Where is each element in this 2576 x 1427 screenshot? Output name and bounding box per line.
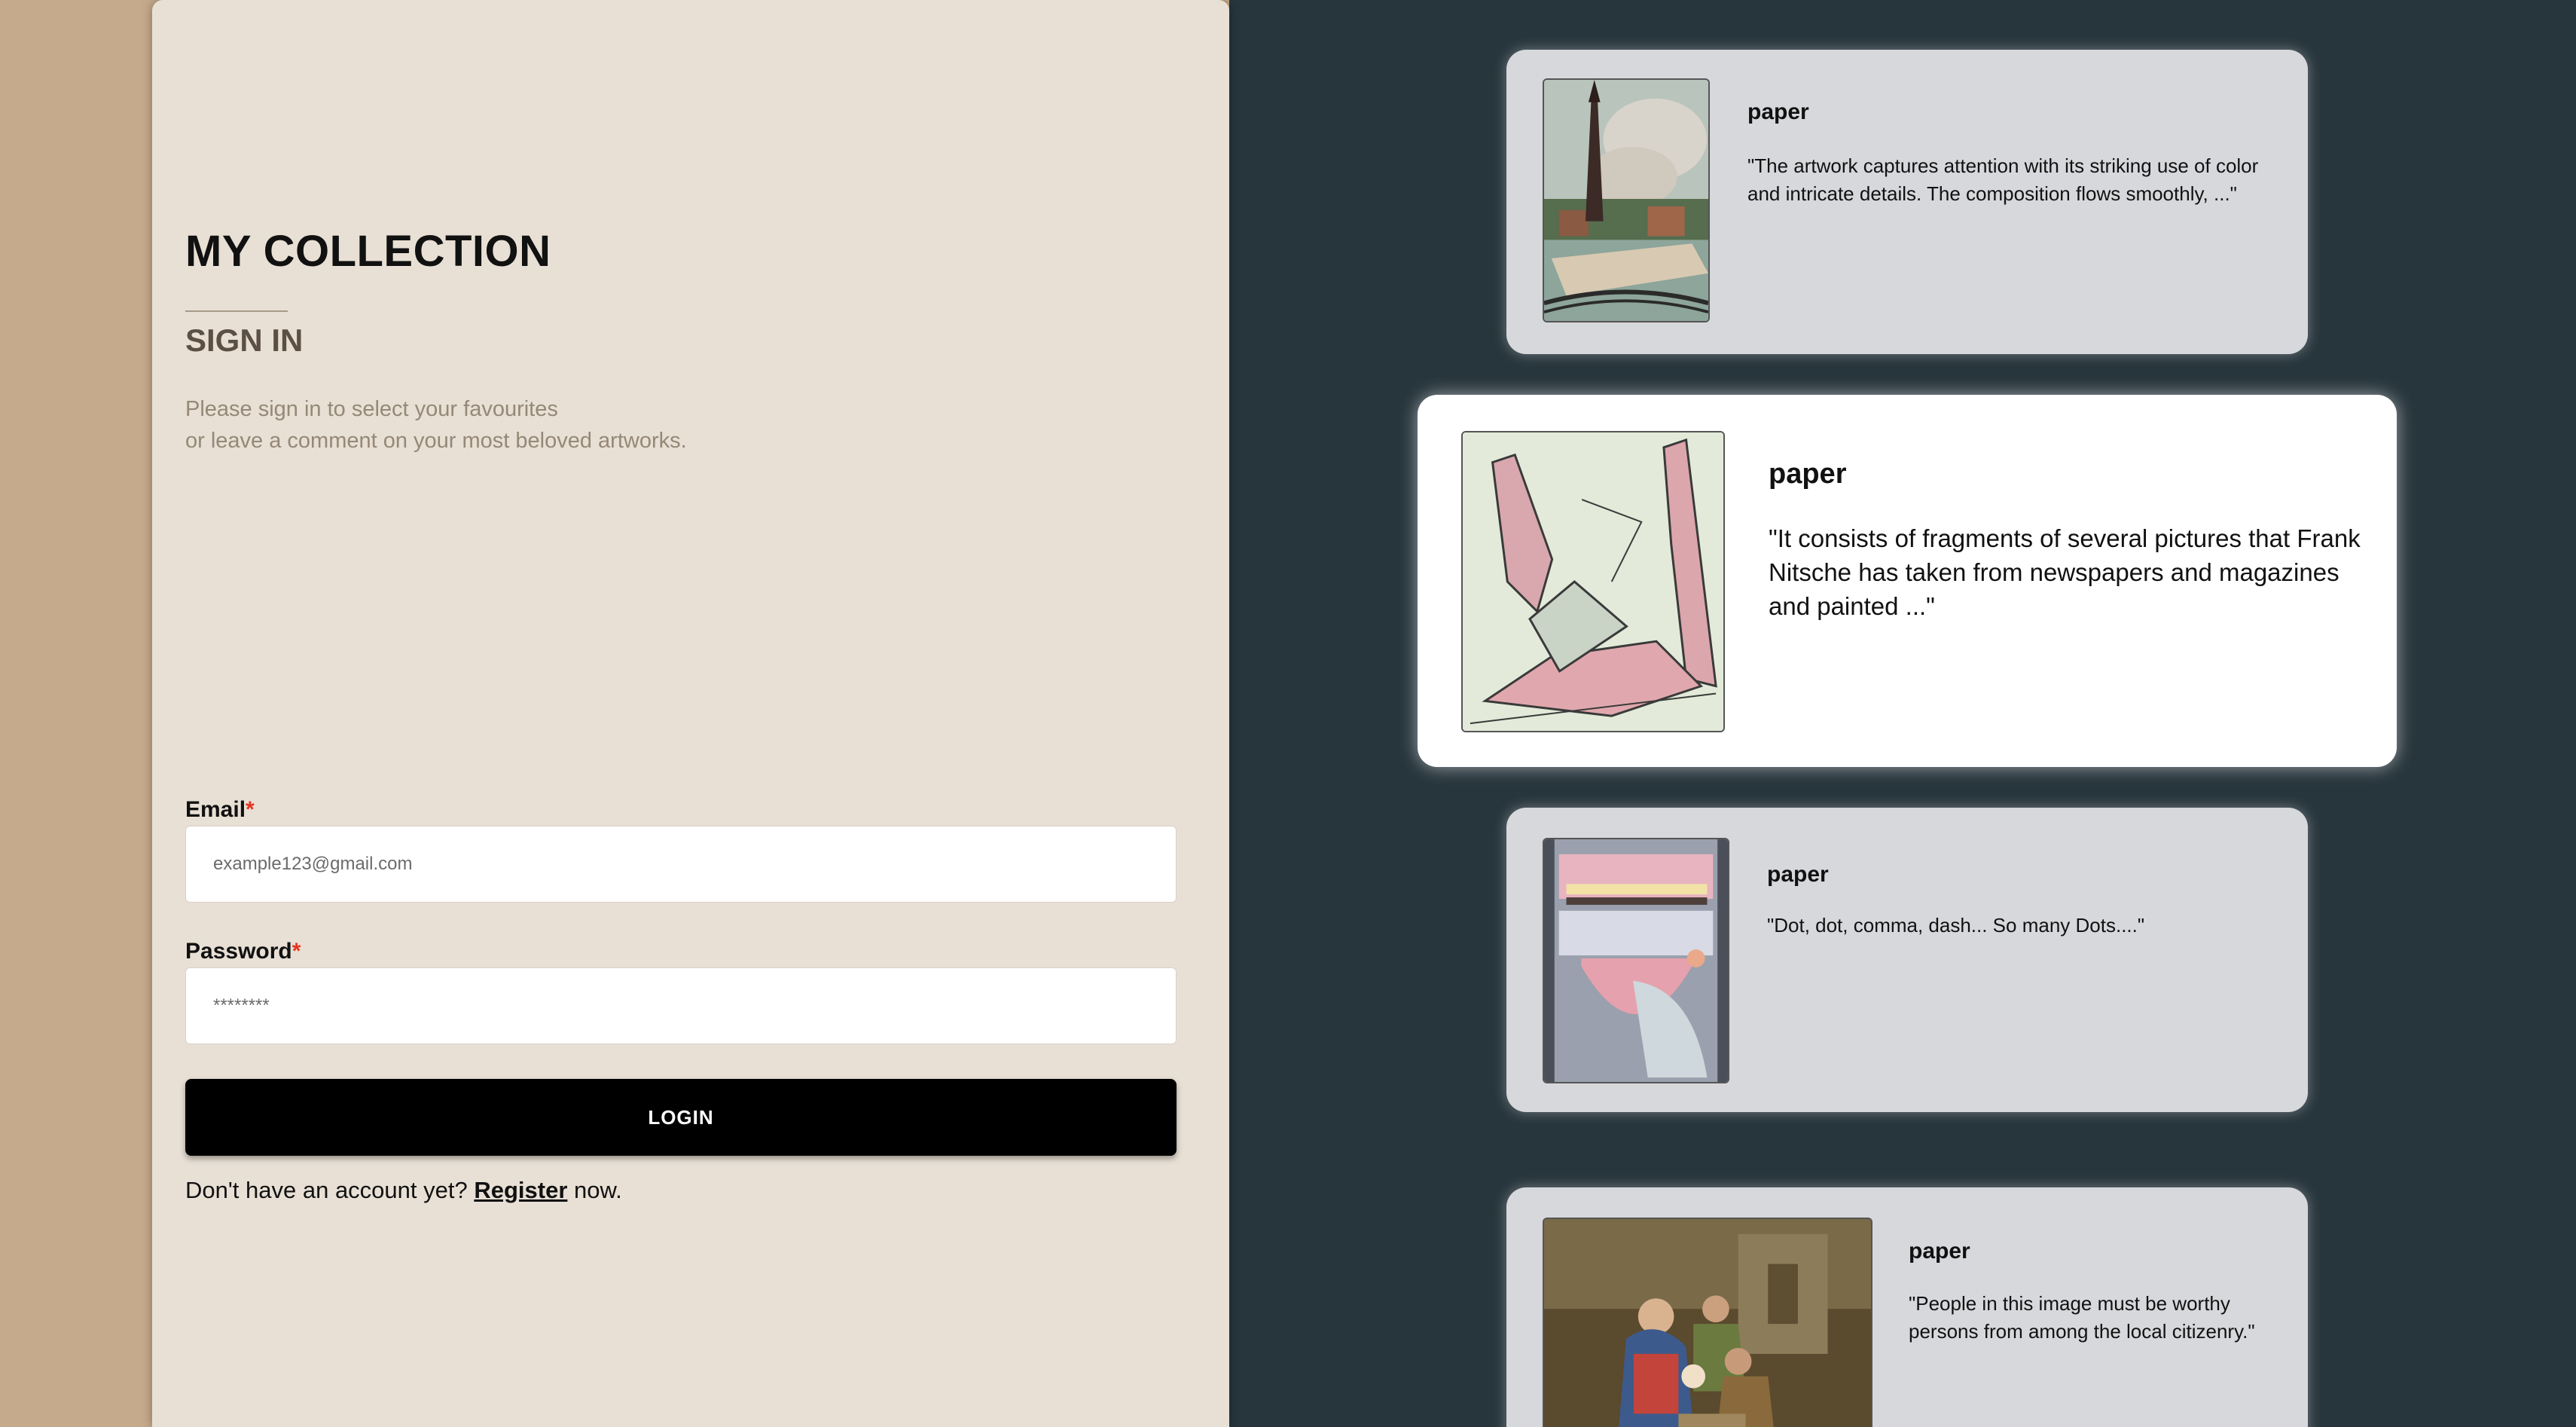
register-prefix: Don't have an account yet? [185, 1177, 475, 1203]
register-suffix: now. [567, 1177, 622, 1203]
subtitle-line-1: Please sign in to select your favourites [185, 397, 558, 421]
artwork-description: "It consists of fragments of several pic… [1769, 524, 2361, 620]
church-townscape-painting-icon [1543, 78, 1710, 322]
password-label-text: Password [185, 939, 292, 964]
email-label: Email* [185, 797, 255, 823]
nativity-scene-painting-icon [1543, 1218, 1872, 1427]
register-link[interactable]: Register [474, 1177, 567, 1203]
artwork-title: paper [1767, 862, 1829, 887]
sign-in-heading: SIGN IN [185, 322, 304, 358]
required-mark: * [291, 939, 301, 964]
artwork-description: "People in this image must be worthy per… [1909, 1292, 2255, 1343]
page-title: MY COLLECTION [185, 227, 551, 276]
email-label-text: Email [185, 797, 246, 822]
artwork-card[interactable]: paper "It consists of fragments of sever… [1418, 395, 2397, 767]
login-button[interactable]: LOGIN [185, 1079, 1177, 1156]
subtitle-line-2: or leave a comment on your most beloved … [185, 429, 687, 453]
artwork-title: paper [1909, 1239, 1970, 1264]
artwork-card[interactable]: paper "People in this image must be wort… [1506, 1187, 2308, 1427]
password-label: Password* [185, 939, 301, 964]
required-mark: * [246, 797, 255, 822]
pink-abstract-shapes-painting-icon [1461, 431, 1725, 732]
artwork-description: "The artwork captures attention with its… [1747, 154, 2259, 205]
artwork-card[interactable]: paper "Dot, dot, comma, dash... So many … [1506, 808, 2308, 1112]
artwork-title: paper [1769, 458, 1847, 490]
email-field[interactable] [185, 826, 1177, 903]
sign-in-panel [152, 0, 1229, 1427]
password-field[interactable] [185, 967, 1177, 1044]
artwork-card[interactable]: paper "The artwork captures attention wi… [1506, 50, 2308, 354]
artwork-title: paper [1747, 99, 1809, 124]
sign-in-subtitle: Please sign in to select your favourites… [185, 393, 1014, 457]
artwork-description: "Dot, dot, comma, dash... So many Dots..… [1767, 914, 2145, 937]
abstract-face-painting-icon [1543, 838, 1729, 1083]
register-prompt: Don't have an account yet? Register now. [185, 1177, 622, 1204]
title-divider [185, 310, 288, 312]
